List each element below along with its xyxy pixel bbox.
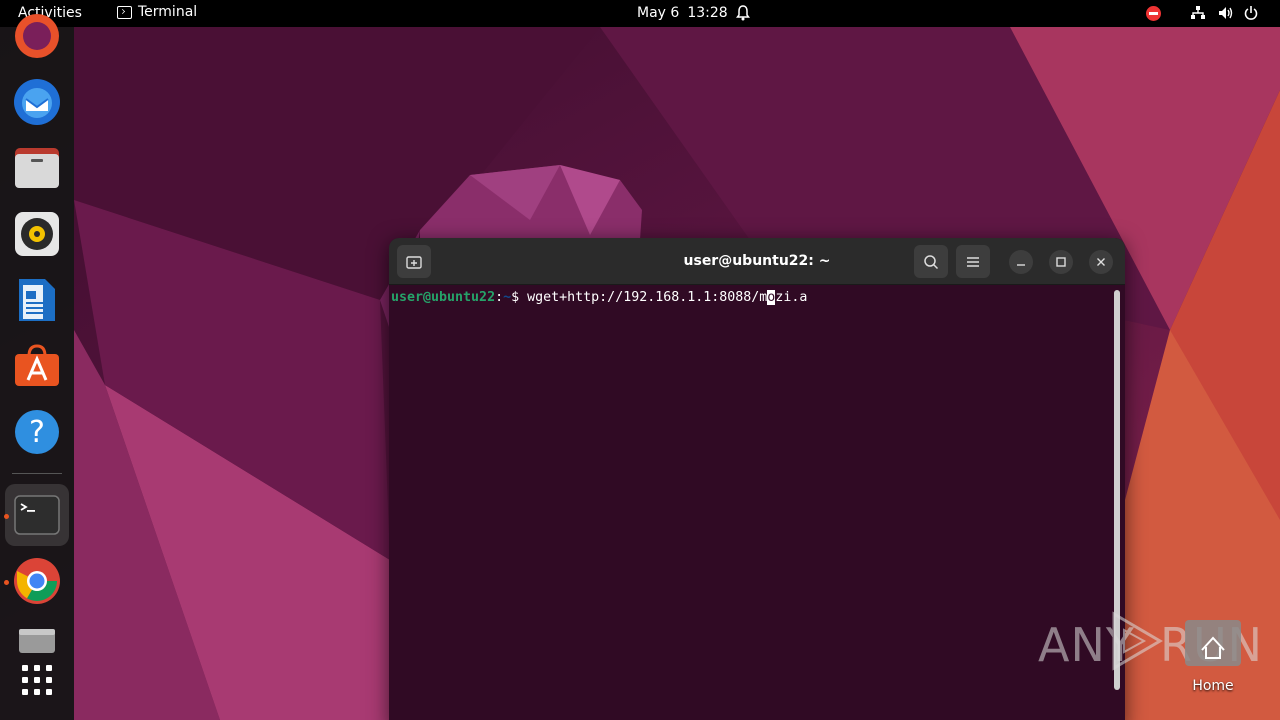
clock-date: May 6 xyxy=(637,5,680,21)
search-icon xyxy=(924,254,939,269)
files-icon xyxy=(15,148,59,188)
hamburger-icon xyxy=(967,256,979,267)
minimize-button[interactable] xyxy=(1009,250,1033,274)
stop-recording-icon[interactable] xyxy=(1146,6,1161,21)
maximize-button[interactable] xyxy=(1049,250,1073,274)
dock-item-terminal[interactable] xyxy=(8,486,66,544)
dock-item-rhythmbox[interactable] xyxy=(8,205,66,263)
dock-item-files[interactable] xyxy=(8,139,66,197)
dock-item-help[interactable]: ? xyxy=(8,403,66,461)
menu-button[interactable] xyxy=(956,245,990,278)
chrome-icon xyxy=(14,558,60,604)
power-icon xyxy=(1244,6,1258,20)
dock-item-chrome[interactable] xyxy=(8,552,66,610)
thunderbird-icon xyxy=(14,79,60,125)
dock-separator xyxy=(12,473,62,474)
top-bar: Activities Terminal May 6 13:28 xyxy=(0,0,1280,27)
rhythmbox-icon xyxy=(15,212,59,256)
terminal-output[interactable]: user@ubuntu22:~$ wget+http://192.168.1.1… xyxy=(389,285,1125,720)
dock-item-writer[interactable] xyxy=(8,271,66,329)
command-text-before-cursor: wget+http://192.168.1.1:8088/m xyxy=(519,290,768,305)
app-grid-icon xyxy=(22,665,52,695)
search-button[interactable] xyxy=(914,245,948,278)
terminal-header-bar[interactable]: user@ubuntu22: ~ xyxy=(389,238,1125,285)
app-menu-label: Terminal xyxy=(138,4,198,20)
help-icon: ? xyxy=(15,410,59,454)
software-store-icon xyxy=(15,344,59,386)
svg-text:?: ? xyxy=(29,415,45,450)
clock-time: 13:28 xyxy=(687,5,728,21)
terminal-app-icon xyxy=(14,495,60,535)
show-apps-button[interactable] xyxy=(8,651,66,709)
dock-item-thunderbird[interactable] xyxy=(8,73,66,131)
command-line: user@ubuntu22:~$ wget+http://192.168.1.1… xyxy=(391,289,1123,306)
terminal-window[interactable]: user@ubuntu22: ~ user@ubuntu22:~$ wget+h… xyxy=(389,238,1125,720)
firefox-icon xyxy=(15,14,59,58)
close-icon xyxy=(1097,258,1105,266)
dock: ? xyxy=(0,14,74,720)
home-folder-icon[interactable] xyxy=(1184,618,1242,668)
prompt-user: user@ubuntu22 xyxy=(391,290,496,305)
home-folder-label[interactable]: Home xyxy=(1182,678,1244,694)
writer-icon xyxy=(19,279,55,321)
minimize-icon xyxy=(1017,264,1025,266)
command-text-after-cursor: zi.a xyxy=(775,290,808,305)
prompt-path: ~ xyxy=(503,290,512,305)
notification-bell-icon[interactable] xyxy=(736,5,750,21)
terminal-icon xyxy=(117,5,132,19)
prompt-separator: : xyxy=(495,290,504,305)
volume-icon xyxy=(1219,7,1233,19)
dock-item-software[interactable] xyxy=(8,337,66,395)
dock-item-firefox[interactable] xyxy=(8,7,66,65)
clock[interactable]: May 6 13:28 xyxy=(637,5,728,21)
app-menu[interactable]: Terminal xyxy=(117,4,197,20)
close-button[interactable] xyxy=(1089,250,1113,274)
watermark-play-icon xyxy=(1112,611,1163,671)
network-icon xyxy=(1191,6,1205,19)
prompt-symbol: $ xyxy=(511,290,520,305)
maximize-icon xyxy=(1056,257,1066,267)
